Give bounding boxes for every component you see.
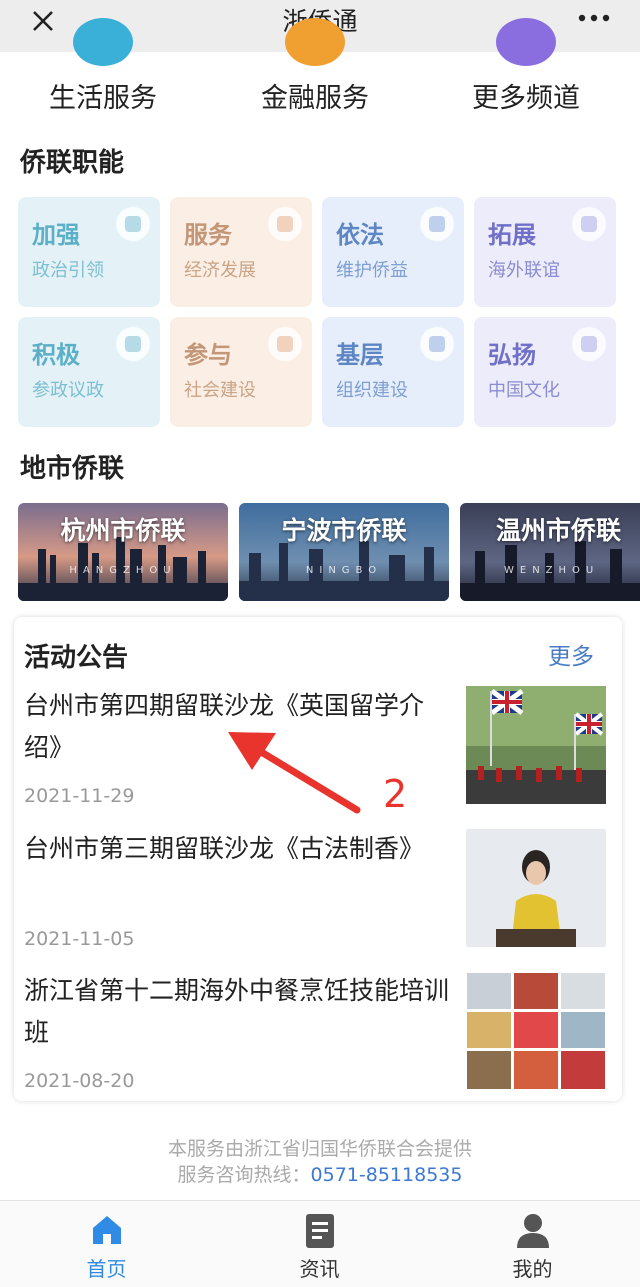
users-icon xyxy=(572,207,606,241)
channel-label: 生活服务 xyxy=(49,83,157,114)
channel-life-services[interactable]: 生活服务 xyxy=(18,18,188,122)
card-title: 服务 xyxy=(184,221,232,249)
hotline-row: 服务咨询热线：0571-85118535 xyxy=(0,1160,640,1187)
city-pinyin: NINGBO xyxy=(305,565,383,576)
cooking-training-collage xyxy=(466,972,606,1090)
card-title: 参与 xyxy=(184,341,232,369)
tab-label: 首页 xyxy=(86,1257,127,1281)
card-subtitle: 海外联谊 xyxy=(488,260,560,281)
function-card-economic-development[interactable]: 服务 经济发展 xyxy=(170,197,312,307)
hotline-label: 服务咨询热线： xyxy=(177,1164,311,1186)
announcements-title: 活动公告 xyxy=(24,643,129,673)
function-card-political-participation[interactable]: 积极 参政议政 xyxy=(18,317,160,427)
life-services-icon xyxy=(73,18,133,66)
channel-row: 生活服务 金融服务 更多频道 xyxy=(0,18,640,122)
function-card-chinese-culture[interactable]: 弘扬 中国文化 xyxy=(474,317,616,427)
card-title: 积极 xyxy=(32,341,80,369)
announcement-date: 2021-08-20 xyxy=(24,1070,135,1092)
card-title: 依法 xyxy=(336,221,384,249)
card-title: 弘扬 xyxy=(488,341,536,369)
city-card-hangzhou[interactable]: 杭州市侨联 HANGZHOU xyxy=(18,503,228,601)
card-subtitle: 维护侨益 xyxy=(336,260,408,281)
bottom-tab-bar: 首页 资讯 我的 xyxy=(0,1200,640,1287)
incense-woman-photo xyxy=(466,829,606,947)
card-subtitle: 参政议政 xyxy=(32,380,104,401)
announcement-title[interactable]: 台州市第四期留联沙龙《英国留学介绍》 xyxy=(24,685,454,769)
channel-label: 金融服务 xyxy=(261,83,369,114)
card-subtitle: 社会建设 xyxy=(184,380,256,401)
id-card-icon xyxy=(268,207,302,241)
more-options-icon[interactable] xyxy=(576,12,612,24)
announcements-panel: 活动公告 更多 台州市第四期留联沙龙《英国留学介绍》 2021-11-29 台州… xyxy=(14,617,622,1101)
card-title: 基层 xyxy=(336,341,384,369)
user-add-icon xyxy=(116,327,150,361)
announcement-date: 2021-11-05 xyxy=(24,928,135,950)
hotline-number[interactable]: 0571-85118535 xyxy=(311,1164,463,1186)
more-channels-icon xyxy=(496,18,556,66)
city-card-ningbo[interactable]: 宁波市侨联 NINGBO xyxy=(239,503,449,601)
chat-icon xyxy=(420,207,454,241)
function-card-grassroots-organization[interactable]: 基层 组织建设 xyxy=(322,317,464,427)
chat-icon xyxy=(420,327,454,361)
city-pinyin: HANGZHOU xyxy=(69,565,177,576)
city-card-wenzhou[interactable]: 温州市侨联 WENZHOU xyxy=(460,503,640,601)
card-subtitle: 中国文化 xyxy=(488,380,560,401)
announcement-title[interactable]: 浙江省第十二期海外中餐烹饪技能培训班 xyxy=(24,970,454,1054)
card-subtitle: 经济发展 xyxy=(184,260,256,281)
provider-note: 本服务由浙江省归国华侨联合会提供 xyxy=(167,1138,472,1160)
user-add-icon xyxy=(116,207,150,241)
uk-parade-photo xyxy=(466,686,606,804)
announcement-date: 2021-11-29 xyxy=(24,785,135,807)
announcements-more-link[interactable]: 更多 xyxy=(548,637,594,671)
channel-finance-services[interactable]: 金融服务 xyxy=(230,18,400,122)
announcement-title[interactable]: 台州市第三期留联沙龙《古法制香》 xyxy=(24,828,454,870)
channel-label: 更多频道 xyxy=(472,83,580,114)
function-card-political-guidance[interactable]: 加强 政治引领 xyxy=(18,197,160,307)
function-card-overseas-friendship[interactable]: 拓展 海外联谊 xyxy=(474,197,616,307)
card-title: 加强 xyxy=(32,221,80,249)
user-icon xyxy=(517,1214,549,1248)
card-subtitle: 组织建设 xyxy=(336,380,408,401)
function-card-protect-rights[interactable]: 依法 维护侨益 xyxy=(322,197,464,307)
tab-profile[interactable]: 我的 xyxy=(426,1201,639,1287)
tab-label: 资讯 xyxy=(299,1257,340,1281)
functions-section-title: 侨联职能 xyxy=(20,148,125,178)
news-document-icon xyxy=(306,1214,334,1248)
tab-label: 我的 xyxy=(512,1257,553,1281)
cities-section-title: 地市侨联 xyxy=(20,454,125,484)
annotation-number: 2 xyxy=(383,772,408,816)
finance-services-icon xyxy=(285,18,345,66)
tab-home[interactable]: 首页 xyxy=(0,1201,213,1287)
city-pinyin: WENZHOU xyxy=(504,565,600,576)
city-name: 温州市侨联 xyxy=(496,516,622,545)
tab-news[interactable]: 资讯 xyxy=(213,1201,426,1287)
card-title: 拓展 xyxy=(488,221,536,249)
users-icon xyxy=(572,327,606,361)
city-name: 杭州市侨联 xyxy=(60,516,186,545)
home-icon xyxy=(93,1216,121,1244)
city-name: 宁波市侨联 xyxy=(281,516,407,545)
function-card-social-construction[interactable]: 参与 社会建设 xyxy=(170,317,312,427)
channel-more[interactable]: 更多频道 xyxy=(441,18,611,122)
id-card-icon xyxy=(268,327,302,361)
card-subtitle: 政治引领 xyxy=(32,260,104,281)
